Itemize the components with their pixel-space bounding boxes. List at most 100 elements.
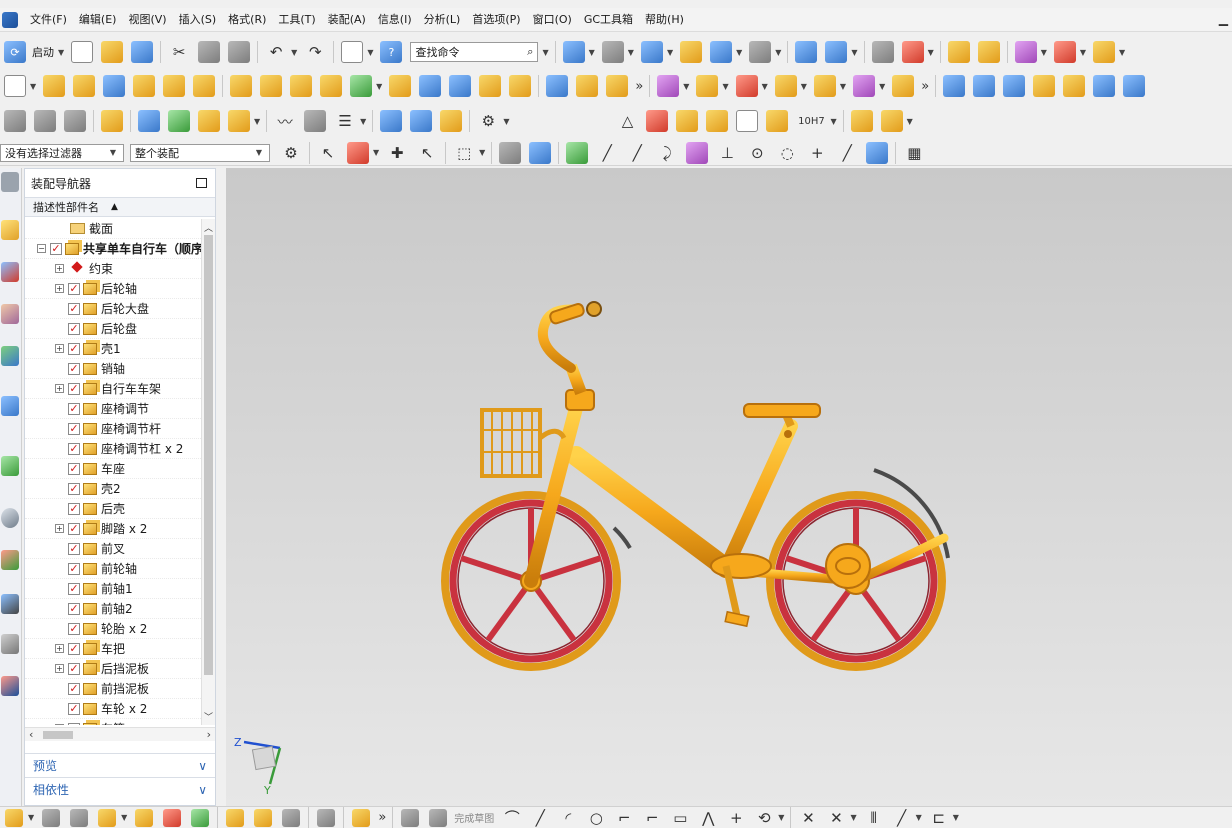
horizontal-scroll-thumb[interactable] <box>43 731 73 739</box>
list-icon[interactable]: ☰ <box>334 110 356 132</box>
geometric-constraint-icon[interactable]: ⊏ <box>930 809 948 827</box>
collapse-node-icon[interactable]: − <box>37 244 46 253</box>
vertical-scrollbar[interactable]: ︿ ﹀ <box>201 219 215 725</box>
sketch-task-icon[interactable] <box>5 808 23 827</box>
endpoint-snap-icon[interactable]: ╱ <box>596 142 618 164</box>
pmi-icon[interactable] <box>228 110 250 132</box>
tree-row[interactable]: + ✓ 后挡泥板 <box>25 659 201 679</box>
tree-row[interactable]: ✓ 后轮盘 <box>25 319 201 339</box>
scroll-right-icon[interactable]: › <box>207 728 211 741</box>
quick-trim-icon[interactable]: ✕ <box>799 809 817 827</box>
tree-row[interactable]: + ✓ 脚踏 x 2 <box>25 519 201 539</box>
offset-curve-icon[interactable]: ⟲ <box>755 809 773 827</box>
sequence-icon[interactable] <box>64 110 86 132</box>
split-body-icon[interactable] <box>419 75 442 97</box>
chamfer-sketch-icon[interactable]: ⌐ <box>643 809 661 827</box>
layer-stack-icon[interactable] <box>34 110 56 132</box>
line-icon[interactable]: ╱ <box>531 809 549 827</box>
expand-node-icon[interactable]: + <box>55 724 64 725</box>
boss-icon[interactable] <box>133 75 156 97</box>
point-snap-icon[interactable] <box>1014 41 1037 63</box>
intersection-snap-icon[interactable]: + <box>806 142 828 164</box>
expand-node-icon[interactable]: + <box>55 264 64 273</box>
dependency-section[interactable]: 相依性 ∨ <box>25 777 215 801</box>
visibility-checkbox[interactable]: ✓ <box>68 322 80 335</box>
draft-icon[interactable] <box>606 75 629 97</box>
move-icon[interactable] <box>135 808 154 827</box>
body-filter-icon[interactable] <box>529 141 552 164</box>
expand-preview-icon[interactable]: ∨ <box>198 759 207 773</box>
visibility-checkbox[interactable]: ✓ <box>68 722 80 725</box>
visibility-checkbox[interactable]: ✓ <box>68 522 80 535</box>
thicken-icon[interactable] <box>509 75 532 97</box>
wrap-icon[interactable] <box>304 110 327 132</box>
ruler-icon[interactable] <box>1093 41 1116 63</box>
tree-row[interactable]: ✓ 前叉 <box>25 539 201 559</box>
add-icon[interactable] <box>98 808 117 827</box>
solid-filter-icon[interactable] <box>499 141 522 164</box>
tree-row[interactable]: ✓ 前轴1 <box>25 579 201 599</box>
view-section-icon[interactable] <box>70 808 89 827</box>
front-basket[interactable] <box>480 408 567 478</box>
menu-edit[interactable]: 编辑(E) <box>73 8 123 32</box>
scroll-down-icon[interactable]: ﹀ <box>204 710 213 723</box>
bolt-icon[interactable]: ⚙ <box>477 110 499 132</box>
tree-row[interactable]: ✓ 座椅调节杠 x 2 <box>25 439 201 459</box>
mirror-assembly-icon[interactable] <box>813 75 836 97</box>
weld-icon[interactable] <box>168 110 190 132</box>
polyline-icon[interactable]: ⋀ <box>699 809 717 827</box>
grid-icon[interactable]: ▦ <box>903 142 925 164</box>
tree-row[interactable]: ✓ 座椅调节杆 <box>25 419 201 439</box>
new-file-icon[interactable] <box>71 41 94 63</box>
roles-tab-icon[interactable] <box>1 634 19 654</box>
nx-logo-icon[interactable] <box>2 11 18 28</box>
tree-row[interactable]: ✓ 车座 <box>25 459 201 479</box>
arrange-icon[interactable] <box>191 808 210 827</box>
visibility-checkbox[interactable]: ✓ <box>68 382 80 395</box>
menu-insert[interactable]: 插入(S) <box>173 8 223 32</box>
menu-file[interactable]: 文件(F) <box>24 8 73 32</box>
part-navigator-tab-icon[interactable] <box>1 304 19 324</box>
menu-preferences[interactable]: 首选项(P) <box>466 8 526 32</box>
type-filter-select[interactable]: 没有选择过滤器 ▼ <box>0 143 124 162</box>
expand-node-icon[interactable]: + <box>55 284 64 293</box>
move-component-icon[interactable] <box>774 75 797 97</box>
fastener-icon[interactable] <box>850 110 873 132</box>
visibility-checkbox[interactable]: ✓ <box>68 302 80 315</box>
attach-icon[interactable] <box>352 808 371 827</box>
expand-node-icon[interactable]: + <box>55 524 64 533</box>
assembly-navigator-tab-icon[interactable] <box>1 220 19 240</box>
settings-icon[interactable] <box>1 172 19 192</box>
center-snap-icon[interactable]: ⊙ <box>746 142 768 164</box>
visibility-checkbox[interactable]: ✓ <box>68 702 80 715</box>
sketch-settings-icon[interactable] <box>401 808 420 827</box>
menu-gc-toolkit[interactable]: GC工具箱 <box>578 8 639 32</box>
start-icon[interactable]: ⟳ <box>4 41 26 63</box>
background-icon[interactable] <box>749 41 772 63</box>
expand-node-icon[interactable]: + <box>55 344 64 353</box>
tree-row[interactable]: ✓ 前轮轴 <box>25 559 201 579</box>
expand-node-icon[interactable]: + <box>55 644 64 653</box>
visibility-checkbox[interactable]: ✓ <box>68 502 80 515</box>
circle-icon[interactable]: ○ <box>587 809 605 827</box>
menu-information[interactable]: 信息(I) <box>372 8 418 32</box>
undo-icon[interactable]: ↶ <box>265 41 287 63</box>
tree-row[interactable]: + 约束 <box>25 259 201 279</box>
fit-tolerance-button[interactable]: 10H7 <box>796 110 826 132</box>
tree-row[interactable]: ✓ 前挡泥板 <box>25 679 201 699</box>
visibility-checkbox[interactable]: ✓ <box>68 422 80 435</box>
perpendicular-icon[interactable]: ⊥ <box>716 142 738 164</box>
midpoint-snap-icon[interactable]: ╱ <box>626 142 648 164</box>
maximize-icon[interactable] <box>196 178 207 188</box>
sew-icon[interactable] <box>1093 75 1116 97</box>
fit-view-icon[interactable] <box>562 41 585 63</box>
expand-dependency-icon[interactable]: ∨ <box>198 783 207 797</box>
finish-sketch-icon[interactable] <box>429 808 448 827</box>
brush-icon[interactable] <box>766 110 789 132</box>
cut-icon[interactable]: ✂ <box>168 41 190 63</box>
visibility-checkbox[interactable]: ✓ <box>68 462 80 475</box>
visibility-checkbox[interactable]: ✓ <box>68 342 80 355</box>
deselect-icon[interactable]: ↖ <box>416 142 438 164</box>
horizontal-scrollbar[interactable]: ‹ › <box>25 727 215 741</box>
selection-scope-select[interactable]: 整个装配 ▼ <box>130 143 270 162</box>
